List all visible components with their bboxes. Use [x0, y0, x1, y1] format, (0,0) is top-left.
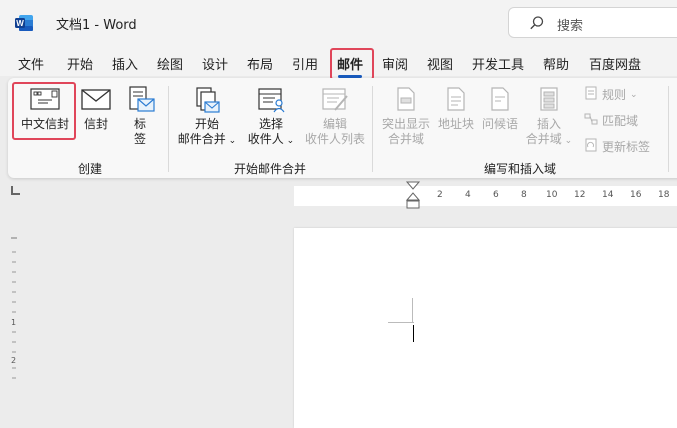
tab-help[interactable]: 帮助	[543, 54, 569, 73]
address-block-button[interactable]: 地址块	[434, 86, 478, 132]
tab-developer[interactable]: 开发工具	[472, 54, 524, 73]
tab-references[interactable]: 引用	[292, 54, 318, 73]
vertical-ruler[interactable]: 1 2	[8, 228, 20, 408]
ruler-tick: 16	[630, 190, 642, 200]
edit-recipient-list-button[interactable]: 编辑 收件人列表	[302, 86, 368, 147]
tab-design[interactable]: 设计	[202, 54, 228, 73]
rules-label: 规则	[602, 88, 627, 102]
ruler-tick: 18	[658, 190, 670, 200]
horizontal-ruler[interactable]: 2 4 6 8 10 12 14 16 18	[294, 186, 677, 206]
chevron-down-icon: ⌄	[561, 136, 573, 146]
tab-view[interactable]: 视图	[427, 54, 453, 73]
ruler-tick: 12	[574, 190, 586, 200]
chinese-envelope-button[interactable]: 中文信封	[16, 86, 74, 132]
highlight-merge-fields-label-line2: 合并域	[387, 132, 424, 146]
greeting-line-button[interactable]: 问候语	[478, 86, 522, 132]
highlight-merge-fields-label-line1: 突出显示	[381, 117, 430, 131]
search-box[interactable]: 搜索	[508, 7, 677, 38]
chinese-envelope-icon	[30, 88, 60, 110]
ribbon-panel: 中文信封 信封 标 签 创建 开始 邮件合并 ⌄ 选择 收件人 ⌄ 编辑 收件人…	[8, 78, 677, 178]
tab-draw[interactable]: 绘图	[157, 54, 183, 73]
labels-icon	[129, 86, 155, 112]
envelope-icon	[81, 89, 111, 110]
envelope-label: 信封	[83, 117, 108, 131]
start-mail-merge-label-line1: 开始	[194, 117, 219, 131]
text-cursor	[413, 325, 414, 342]
tab-review[interactable]: 审阅	[382, 54, 408, 73]
tab-layout[interactable]: 布局	[247, 54, 273, 73]
group-label-create: 创建	[78, 162, 103, 176]
highlight-merge-fields-button[interactable]: 突出显示 合并域	[378, 86, 434, 147]
insert-merge-field-button[interactable]: 插入 合并域 ⌄	[522, 86, 576, 149]
start-mail-merge-label-line2: 邮件合并 ⌄	[176, 132, 238, 149]
ruler-tick: 6	[493, 190, 499, 200]
ruler-tick: 8	[521, 190, 527, 200]
document-title: 文档1 - Word	[56, 18, 137, 33]
match-fields-button[interactable]: 匹配域	[584, 112, 638, 129]
edit-recipient-list-label-line1: 编辑	[322, 117, 347, 131]
address-block-label: 地址块	[437, 117, 474, 131]
tab-home[interactable]: 开始	[67, 54, 93, 73]
chinese-envelope-label: 中文信封	[20, 117, 69, 131]
ruler-tick: 2	[437, 190, 443, 200]
match-fields-label: 匹配域	[602, 114, 639, 128]
address-block-icon	[447, 87, 465, 111]
ruler-tick: 14	[602, 190, 614, 200]
start-mail-merge-button[interactable]: 开始 邮件合并 ⌄	[176, 86, 238, 149]
tab-insert[interactable]: 插入	[112, 54, 138, 73]
envelope-button[interactable]: 信封	[78, 86, 114, 132]
select-recipients-label-line2: 收件人 ⌄	[240, 132, 302, 149]
margin-corner-mark	[412, 298, 413, 322]
rules-icon	[584, 86, 598, 103]
tab-stop-selector-icon[interactable]	[11, 186, 20, 195]
update-labels-label: 更新标签	[602, 140, 651, 154]
labels-label-line2: 签	[133, 132, 146, 146]
margin-corner-mark	[388, 322, 414, 323]
group-separator	[168, 86, 169, 172]
start-mail-merge-icon	[196, 87, 220, 113]
vruler-tick: 2	[11, 356, 17, 365]
select-recipients-button[interactable]: 选择 收件人 ⌄	[240, 86, 302, 149]
insert-merge-field-text: 合并域	[525, 132, 562, 146]
group-label-start-mail-merge: 开始邮件合并	[234, 162, 307, 176]
chevron-down-icon: ⌄	[225, 136, 237, 146]
chevron-down-icon: ⌄	[630, 89, 638, 100]
select-recipients-text: 收件人	[247, 132, 284, 146]
group-separator	[668, 86, 669, 172]
update-labels-icon	[584, 138, 598, 155]
ribbon-tabs: 文件 开始 插入 绘图 设计 布局 引用 邮件 审阅 视图 开发工具 帮助 百度…	[0, 46, 677, 78]
tab-baidu-netdisk[interactable]: 百度网盘	[589, 54, 641, 73]
svg-text:W: W	[16, 19, 24, 28]
group-label-write-insert-fields: 编写和插入域	[484, 162, 557, 176]
group-separator	[372, 86, 373, 172]
labels-label-line1: 标	[133, 117, 146, 131]
document-page[interactable]	[294, 228, 677, 428]
start-mail-merge-text: 邮件合并	[177, 132, 226, 146]
greeting-line-label: 问候语	[481, 117, 518, 131]
edit-recipient-list-label-line2: 收件人列表	[304, 132, 365, 146]
edit-recipient-list-icon	[322, 88, 348, 111]
tab-mailings[interactable]: 邮件	[337, 54, 363, 78]
word-logo-icon: W	[14, 13, 34, 33]
highlight-merge-fields-icon	[397, 87, 415, 111]
update-labels-button[interactable]: 更新标签	[584, 138, 650, 155]
search-placeholder: 搜索	[557, 19, 584, 34]
select-recipients-icon	[258, 88, 285, 113]
ruler-tick: 4	[465, 190, 471, 200]
insert-merge-field-icon	[540, 87, 558, 111]
ruler-tick: 10	[546, 190, 558, 200]
rules-button[interactable]: 规则 ⌄	[584, 86, 638, 103]
labels-button[interactable]: 标 签	[122, 86, 158, 147]
search-icon	[529, 15, 545, 31]
chevron-down-icon: ⌄	[283, 136, 295, 146]
greeting-line-icon	[491, 87, 509, 111]
indent-marker-icon[interactable]	[405, 180, 421, 214]
insert-merge-field-label-line2: 合并域 ⌄	[522, 132, 576, 149]
insert-merge-field-label-line1: 插入	[536, 117, 561, 131]
match-fields-icon	[584, 112, 598, 129]
vruler-tick: 1	[11, 318, 17, 327]
select-recipients-label-line1: 选择	[258, 117, 283, 131]
tab-file[interactable]: 文件	[18, 54, 44, 73]
